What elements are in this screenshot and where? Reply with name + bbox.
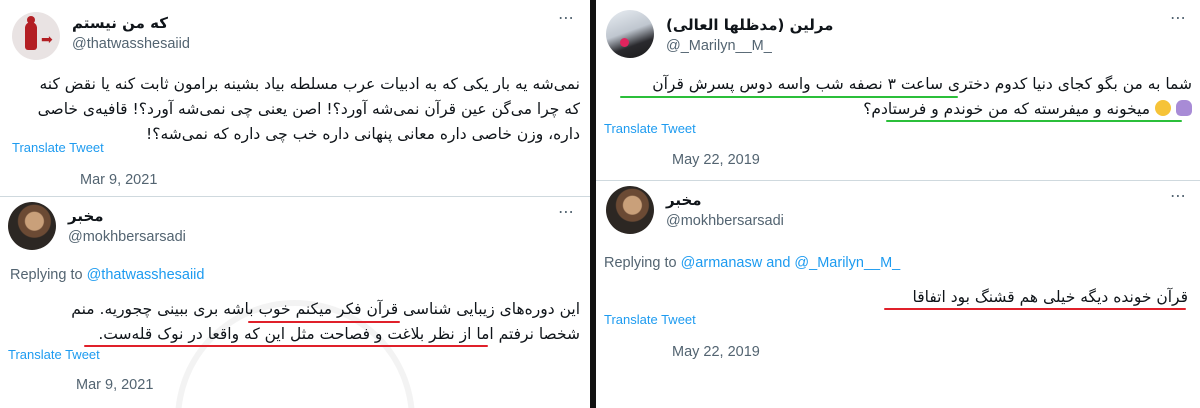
tweet-text-line: قرآن خونده دیگه خیلی هم قشنگ بود اتفاقا [912,288,1188,306]
tweet-text: قرآن خونده دیگه خیلی هم قشنگ بود اتفاقا [604,285,1188,310]
avatar[interactable] [606,186,654,234]
replying-to-link[interactable]: @thatwasshesaiid [87,267,205,283]
replying-prefix: Replying to [10,267,83,283]
more-options-icon[interactable]: ⋯ [558,202,575,221]
tweet-text-line: که چرا می‌گن عین قرآن نمی‌شه آورد؟! اصن … [37,100,580,118]
highlight-underline-red [84,345,488,347]
avatar[interactable] [8,202,56,250]
highlight-underline-red [248,321,400,323]
highlight-underline-green [620,96,958,98]
tweet-date[interactable]: May 22, 2019 [672,344,760,360]
tweet-text-line: شما به من بگو کجای دنیا کدوم دختری ساعت … [652,75,1192,93]
more-options-icon[interactable]: ⋯ [558,8,575,27]
user-handle[interactable]: @thatwasshesaiid [72,36,190,52]
tweet-text-line: این دوره‌های زیبایی شناسی قرآن فکر میکنم… [71,300,580,318]
translate-tweet-link[interactable]: Translate Tweet [604,312,696,327]
user-handle[interactable]: @mokhbersarsadi [666,213,784,229]
tweet-date[interactable]: Mar 9, 2021 [80,172,157,188]
avatar-arrow-icon: ➡ [41,32,53,48]
woman-emoji-icon [1176,100,1192,116]
replying-prefix: Replying to [604,255,677,271]
tweet-text-line-content: میخونه و میفرسته که من خوندم و فرستادم؟ [863,100,1151,118]
avatar[interactable] [606,10,654,58]
neutral-face-emoji-icon [1155,100,1172,116]
tweet-text: نمی‌شه یه بار یکی که به ادبیات عرب مسلطه… [10,72,580,147]
replying-to: Replying to @thatwasshesaiid [10,267,204,283]
display-name[interactable]: که من نیستم [72,14,168,32]
replying-to: Replying to @armanasw and @_Marilyn__M_ [604,255,900,271]
right-screenshot-panel: مرلین (مدظلها العالی) @_Marilyn__M_ ⋯ شم… [596,0,1200,408]
user-handle[interactable]: @_Marilyn__M_ [666,38,772,54]
avatar-accent [620,38,629,47]
user-handle[interactable]: @mokhbersarsadi [68,229,186,245]
highlight-underline-red [884,308,1186,310]
tweet-text-line: میخونه و میفرسته که من خوندم و فرستادم؟ [604,97,1192,122]
tweet-right-2: مخبر @mokhbersarsadi ⋯ Replying to @arma… [596,181,1200,408]
translate-tweet-link[interactable]: Translate Tweet [8,347,100,362]
tweet-date[interactable]: Mar 9, 2021 [76,377,153,393]
tweet-text-line: نمی‌شه یه بار یکی که به ادبیات عرب مسلطه… [39,75,580,93]
left-screenshot-panel: ➡ که من نیستم @thatwasshesaiid ⋯ نمی‌شه … [0,0,590,408]
display-name[interactable]: مرلین (مدظلها العالی) [666,16,833,34]
display-name[interactable]: مخبر [666,191,702,209]
tweet-left-2: مخبر @mokhbersarsadi ⋯ Replying to @that… [0,197,590,408]
tweet-date[interactable]: May 22, 2019 [672,152,760,168]
replying-to-link[interactable]: @armanasw and @_Marilyn__M_ [681,255,901,271]
tweet-right-1: مرلین (مدظلها العالی) @_Marilyn__M_ ⋯ شم… [596,0,1200,180]
translate-tweet-link[interactable]: Translate Tweet [604,121,696,136]
tweet-text-line: شخصا نرفتم اما از نظر بلاغت و فصاحت مثل … [98,325,580,343]
avatar[interactable]: ➡ [12,12,60,60]
avatar-figure-body [25,22,37,50]
highlight-underline-green [886,120,1182,122]
display-name[interactable]: مخبر [68,207,104,225]
tweet-left-1: ➡ که من نیستم @thatwasshesaiid ⋯ نمی‌شه … [0,0,590,196]
more-options-icon[interactable]: ⋯ [1170,8,1187,27]
more-options-icon[interactable]: ⋯ [1170,186,1187,205]
translate-tweet-link[interactable]: Translate Tweet [12,140,104,155]
